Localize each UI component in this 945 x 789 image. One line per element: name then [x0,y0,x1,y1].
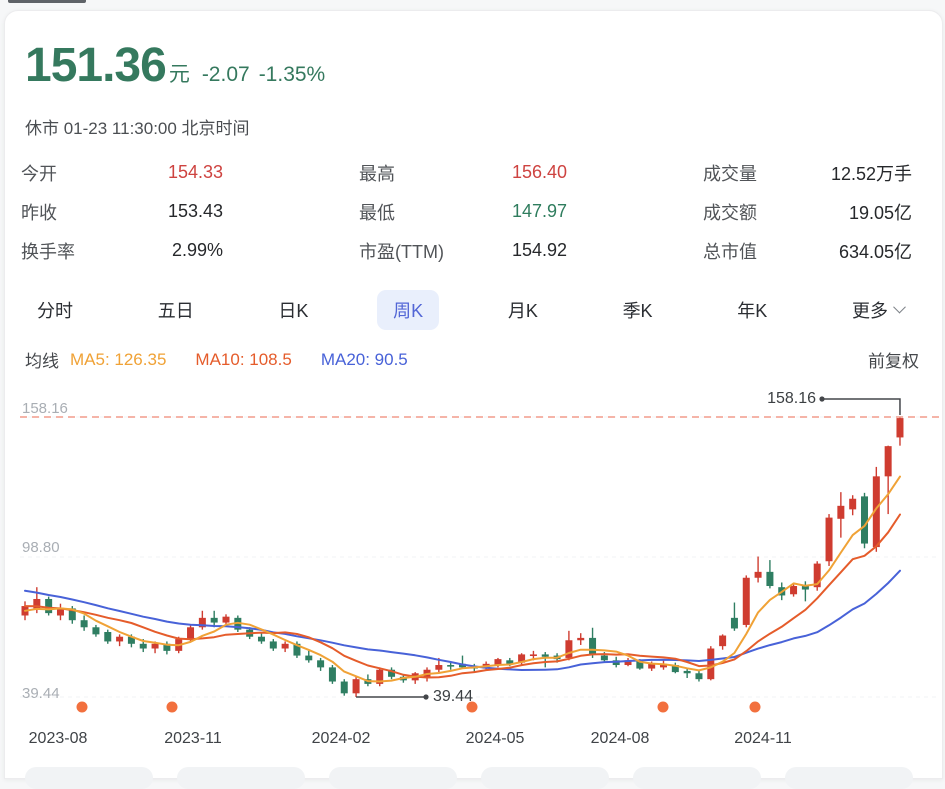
tab-label: 五日 [157,301,194,321]
ma20-legend: MA20: 90.5 [320,349,408,369]
event-dot[interactable] [76,701,88,713]
footer-pill-button[interactable] [785,767,913,789]
currency-unit: 元 [168,63,190,86]
stat-row: 换手率 2.99% [21,231,223,270]
top-left-accent-line [8,0,86,3]
stat-row: 最低 147.97 [359,192,567,231]
low-price-annotation: 39.44 [433,688,474,705]
y-axis-tick-mid: 98.80 [22,539,60,556]
x-axis-label: 2023-11 [164,730,222,747]
stat-value: 156.40 [511,162,567,182]
tab-日K[interactable]: 日K [262,290,324,330]
stat-row: 市盈(TTM) 154.92 [359,231,567,270]
stat-label: 今开 [21,163,57,184]
kline-chart[interactable] [0,385,945,730]
stat-value: 147.97 [511,201,567,221]
stat-label: 换手率 [21,241,75,262]
footer-pill-button[interactable] [329,767,457,789]
ma-legend: 均线 MA5: 126.35 MA10: 108.5 MA20: 90.5 [25,347,437,372]
stat-label: 成交额 [703,202,757,223]
quote-stats-column-2: 最高 156.40 最低 147.97 市盈(TTM) 154.92 [359,153,567,270]
tab-label: 月K [507,301,538,321]
stat-value: 154.92 [511,240,567,260]
stat-label: 昨收 [21,202,57,223]
high-price-annotation: 158.16 [767,390,816,407]
stat-row: 昨收 153.43 [21,192,223,231]
stat-value: 12.52万手 [830,163,912,184]
tab-label: 日K [278,301,309,321]
stat-value: 153.43 [167,201,223,221]
stat-label: 最高 [359,163,395,184]
quote-stats-column-1: 今开 154.33 昨收 153.43 换手率 2.99% [21,153,223,270]
footer-pill-button[interactable] [481,767,609,789]
stat-label: 市盈(TTM) [359,241,444,262]
stat-label: 最低 [359,202,395,223]
tab-label: 周K [393,301,424,321]
tab-更多[interactable]: 更多 [836,290,920,330]
event-dot[interactable] [657,701,669,713]
ma-legend-prefix: 均线 [25,352,59,371]
stat-value: 19.05亿 [848,202,912,223]
quote-stats-column-3: 成交量 12.52万手成交额 19.05亿总市值 634.05亿 [703,153,912,270]
x-axis-label: 2024-05 [465,730,525,747]
current-price: 151.36 [25,39,167,92]
footer-pill-button[interactable] [25,767,153,789]
footer-pill-button[interactable] [633,767,761,789]
price-adjust-mode[interactable]: 前复权 [868,347,919,372]
x-axis-label: 2024-02 [311,730,371,747]
y-axis-tick-min: 39.44 [22,685,60,702]
tab-五日[interactable]: 五日 [142,290,210,330]
x-axis-label: 2024-11 [734,730,792,747]
price-change-percent: -1.35% [258,63,326,86]
price-change: -2.07 [201,63,250,86]
x-axis-label: 2023-08 [28,730,88,747]
footer-pill-button[interactable] [177,767,305,789]
stat-row: 成交量 12.52万手 [703,153,912,192]
tab-周K[interactable]: 周K [377,290,440,330]
x-axis-label: 2024-08 [590,730,650,747]
stat-row: 最高 156.40 [359,153,567,192]
stat-row: 成交额 19.05亿 [703,192,912,231]
price-header: 151.36 元 -2.07 -1.35% [25,38,325,93]
event-dot[interactable] [749,701,761,713]
tab-月K[interactable]: 月K [492,290,554,330]
chevron-down-icon [893,300,906,314]
tab-季K[interactable]: 季K [607,290,669,330]
tab-年K[interactable]: 年K [721,290,783,330]
event-dot[interactable] [166,701,178,713]
tab-label: 分时 [37,301,73,321]
stat-value: 634.05亿 [838,241,912,262]
stat-label: 成交量 [703,163,757,184]
stat-label: 总市值 [703,241,757,262]
stat-row: 总市值 634.05亿 [703,231,912,270]
tab-label: 更多 [852,301,888,321]
stat-row: 今开 154.33 [21,153,223,192]
kline-period-tabs: 分时 五日 日K 周K 月K 季K 年K 更多 [21,290,920,330]
stat-value: 2.99% [171,240,223,260]
y-axis-tick-max: 158.16 [22,400,68,417]
tab-label: 季K [622,301,653,321]
ma10-legend: MA10: 108.5 [195,349,292,369]
ma5-legend: MA5: 126.35 [70,349,167,369]
tab-label: 年K [737,301,768,321]
stat-value: 154.33 [167,162,223,182]
market-status-line: 休市 01-23 11:30:00 北京时间 [25,119,250,138]
tab-分时[interactable]: 分时 [21,290,89,330]
